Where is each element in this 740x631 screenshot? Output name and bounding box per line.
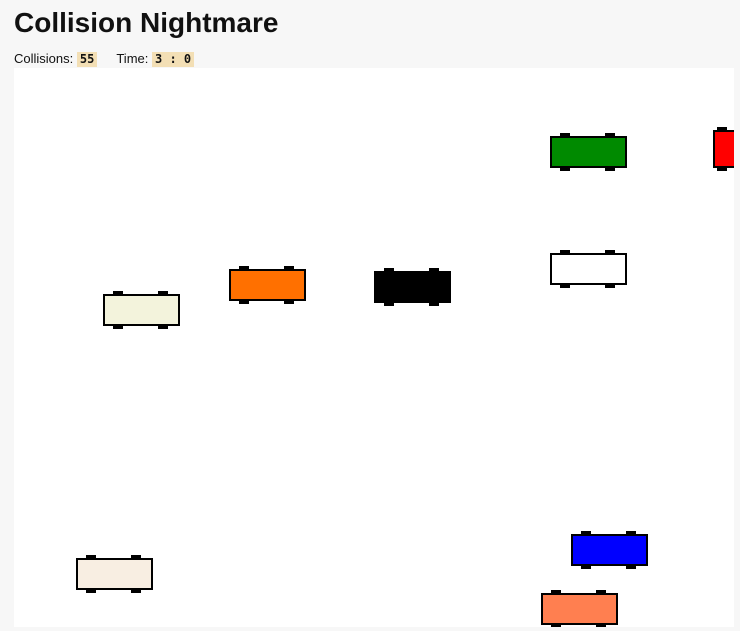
wheel-icon bbox=[551, 590, 561, 595]
wheel-icon bbox=[86, 588, 96, 593]
game-field[interactable] bbox=[14, 68, 734, 627]
car-orange bbox=[229, 266, 306, 304]
wheel-icon bbox=[605, 283, 615, 288]
wheel-icon bbox=[717, 127, 727, 132]
wheel-icon bbox=[113, 324, 123, 329]
wheel-icon bbox=[626, 531, 636, 536]
wheel-icon bbox=[239, 266, 249, 271]
time-counter: 3 : 0 bbox=[152, 52, 195, 67]
wheel-icon bbox=[384, 301, 394, 306]
time-label: Time: bbox=[116, 51, 149, 66]
wheel-icon bbox=[626, 564, 636, 569]
collisions-label: Collisions: bbox=[14, 51, 74, 66]
wheel-icon bbox=[581, 531, 591, 536]
wheel-icon bbox=[158, 324, 168, 329]
wheel-icon bbox=[605, 250, 615, 255]
wheel-icon bbox=[131, 555, 141, 560]
car-linen bbox=[76, 555, 153, 593]
wheel-icon bbox=[239, 299, 249, 304]
car-blue bbox=[571, 531, 648, 569]
wheel-icon bbox=[429, 268, 439, 273]
wheel-icon bbox=[560, 133, 570, 138]
wheel-icon bbox=[384, 268, 394, 273]
wheel-icon bbox=[429, 301, 439, 306]
car-green bbox=[550, 133, 627, 171]
wheel-icon bbox=[560, 166, 570, 171]
wheel-icon bbox=[86, 555, 96, 560]
wheel-icon bbox=[605, 166, 615, 171]
wheel-icon bbox=[131, 588, 141, 593]
car-white bbox=[550, 250, 627, 288]
wheel-icon bbox=[605, 133, 615, 138]
wheel-icon bbox=[113, 291, 123, 296]
wheel-icon bbox=[596, 623, 606, 627]
car-black bbox=[374, 268, 451, 306]
wheel-icon bbox=[158, 291, 168, 296]
car-coral bbox=[541, 590, 618, 627]
car-beige bbox=[103, 291, 180, 329]
status-bar: Collisions: 55 Time: 3 : 0 bbox=[14, 51, 195, 67]
wheel-icon bbox=[596, 590, 606, 595]
wheel-icon bbox=[581, 564, 591, 569]
wheel-icon bbox=[717, 166, 727, 171]
car-red bbox=[713, 127, 734, 171]
wheel-icon bbox=[560, 283, 570, 288]
page-title: Collision Nightmare bbox=[14, 7, 279, 38]
wheel-icon bbox=[551, 623, 561, 627]
wheel-icon bbox=[284, 299, 294, 304]
wheel-icon bbox=[560, 250, 570, 255]
collisions-counter: 55 bbox=[76, 52, 98, 67]
wheel-icon bbox=[284, 266, 294, 271]
